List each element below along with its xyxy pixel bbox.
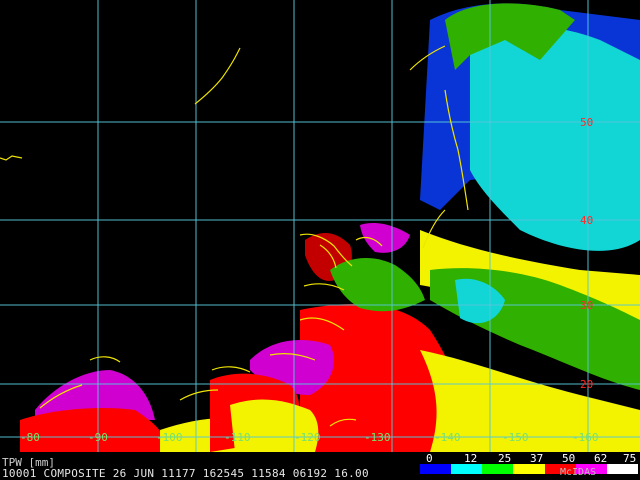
lon-label-160: -160 [572, 431, 599, 444]
longitude-labels: -80 -90 -100 -110 -120 -130 -140 -150 -1… [20, 431, 599, 444]
lat-label-30: 30 [580, 299, 593, 312]
footer-line: 10001 COMPOSITE 26 JUN 11177 162545 1158… [2, 467, 369, 480]
lat-label-40: 40 [580, 214, 593, 227]
lat-label-50: 50 [580, 116, 593, 129]
mcidas-label: McIDAS [560, 467, 597, 478]
lat-label-20: 20 [580, 378, 593, 391]
tpw-legend: 0 12 25 37 50 62 75 [420, 452, 638, 480]
lon-label-110: -110 [224, 431, 251, 444]
legend-bar [420, 464, 638, 474]
lon-label-140: -140 [434, 431, 461, 444]
lon-label-90: -90 [88, 431, 108, 444]
lon-label-130: -130 [364, 431, 391, 444]
tpw-composite-map: 50 40 30 20 -80 -90 -100 -110 -120 -130 … [0, 0, 640, 452]
legend-swatch-3 [513, 464, 545, 474]
footer: TPW [mm] 10001 COMPOSITE 26 JUN 11177 16… [0, 452, 640, 480]
legend-swatch-2 [482, 464, 514, 474]
legend-swatch-6 [606, 464, 638, 474]
lon-label-150: -150 [502, 431, 529, 444]
lon-label-80: -80 [20, 431, 40, 444]
legend-ticks: 0 12 25 37 50 62 75 [420, 452, 638, 465]
legend-swatch-0 [420, 464, 452, 474]
lon-label-100: -100 [156, 431, 183, 444]
legend-swatch-1 [451, 464, 483, 474]
lon-label-120: -120 [294, 431, 321, 444]
